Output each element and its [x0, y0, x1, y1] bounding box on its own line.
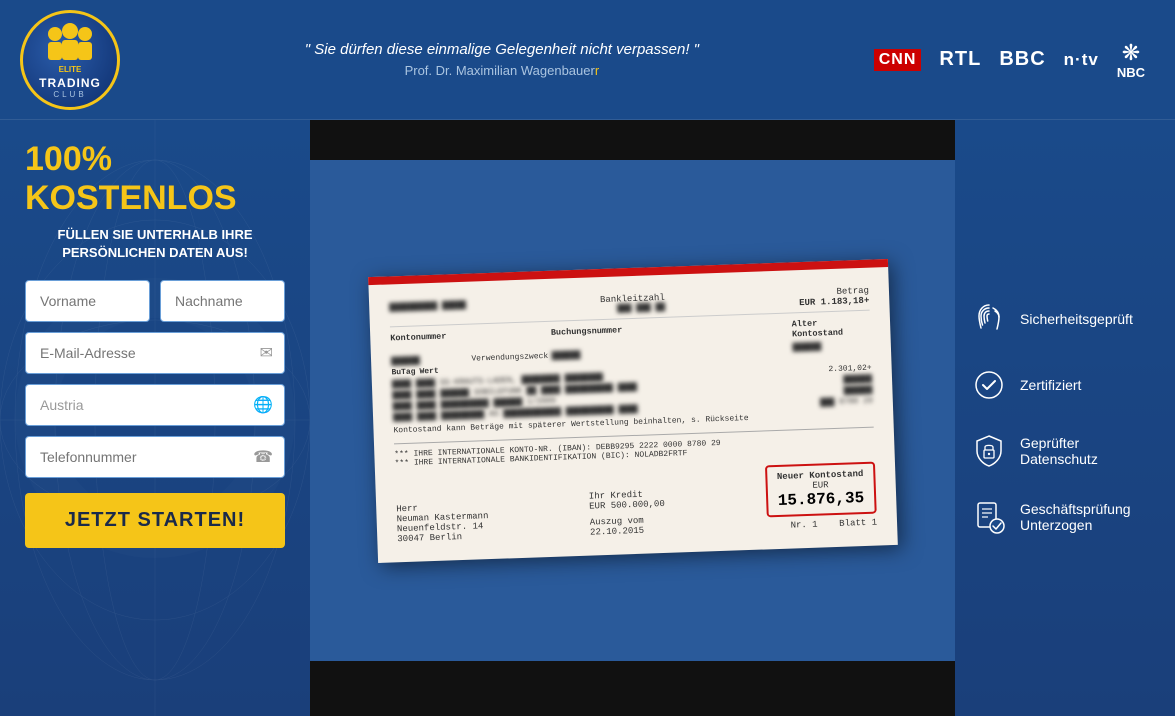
nbc-logo: ❋ NBC: [1117, 40, 1145, 79]
trust-item-business: Geschäftsprüfung Unterzogen: [970, 498, 1160, 536]
main-content: 100% KOSTENLOS FÜLLEN SIE UNTERHALB IHRE…: [0, 120, 1175, 716]
bank-footer-middle: Ihr Kredit EUR 500.000,00 Auszug vom 22.…: [588, 488, 665, 537]
submit-button[interactable]: JETZT STARTEN!: [25, 493, 285, 548]
betrag-value: EUR 1.183,18+: [798, 295, 869, 307]
country-group: 🌐: [25, 384, 285, 426]
bank-footer: Herr Neuman Kastermann Neuenfeldstr. 14 …: [395, 461, 877, 544]
bank-image-container: ██████████ █████ Bankleitzahl ███ ███ ██…: [310, 120, 955, 716]
nr-value: 1: [812, 519, 818, 529]
email-icon: ✉: [260, 343, 273, 363]
bank-footer-right: Neuer Kontostand EUR 15.876,35 Nr. 1 Bla…: [764, 461, 877, 531]
bank-statement: ██████████ █████ Bankleitzahl ███ ███ ██…: [368, 259, 898, 563]
free-label: 100% KOSTENLOS: [25, 140, 285, 218]
name-row: [25, 280, 285, 322]
author-highlight: r: [595, 63, 599, 78]
nbc-peacock-icon: ❋: [1122, 40, 1140, 66]
auszug-date: 22.10.2015: [589, 524, 665, 537]
wert-label: Wert: [419, 366, 439, 376]
lastname-input[interactable]: [160, 280, 285, 322]
bbc-logo: BBC: [999, 48, 1045, 71]
nr-label: Nr.: [790, 520, 807, 531]
tagline-author: Prof. Dr. Maximilian Wagenbauerr: [130, 63, 874, 78]
trust-item-security: Sicherheitsgeprüft: [970, 300, 1160, 338]
right-panel: Sicherheitsgeprüft Zertifiziert: [955, 120, 1175, 716]
lock-shield-icon: [970, 432, 1008, 470]
new-balance-amount: 15.876,35: [777, 488, 864, 509]
firstname-input[interactable]: [25, 280, 150, 322]
ntv-logo: n·tv: [1064, 50, 1099, 70]
rtl-logo: RTL: [939, 48, 981, 71]
new-balance-box: Neuer Kontostand EUR 15.876,35: [764, 461, 876, 517]
buchungsnummer-label: Buchungsnummer: [550, 325, 629, 348]
document-check-icon: [970, 498, 1008, 536]
left-panel: 100% KOSTENLOS FÜLLEN SIE UNTERHALB IHRE…: [0, 120, 310, 716]
alter-kontostand-label: Alter Kontostand: [791, 316, 870, 339]
trust-label-security: Sicherheitsgeprüft: [1020, 311, 1133, 327]
kredit-value: EUR 500.000,00: [589, 498, 665, 511]
trust-item-privacy: Geprüfter Datenschutz: [970, 432, 1160, 470]
bank-footer-left: Herr Neuman Kastermann Neuenfeldstr. 14 …: [396, 501, 489, 544]
center-panel: ██████████ █████ Bankleitzahl ███ ███ ██…: [310, 120, 955, 716]
trust-item-certified: Zertifiziert: [970, 366, 1160, 404]
kontonummer-label: Kontonummer: [390, 330, 469, 353]
verwendungszweck-label: Verwendungszweck: [471, 351, 550, 363]
check-shield-icon: [970, 366, 1008, 404]
blatt-value: 1: [871, 517, 877, 527]
phone-icon: ☎: [253, 447, 273, 467]
trust-label-privacy: Geprüfter Datenschutz: [1020, 435, 1160, 467]
cnn-logo: CNN: [874, 49, 922, 71]
blatt-label: Blatt: [839, 517, 866, 528]
tagline-area: " Sie dürfen diese einmalige Gelegenheit…: [130, 41, 874, 78]
country-input[interactable]: [25, 384, 285, 426]
logo-club-text: CLUB: [39, 90, 101, 99]
phone-group: ☎: [25, 436, 285, 478]
globe-icon: 🌐: [253, 395, 273, 415]
trust-label-business: Geschäftsprüfung Unterzogen: [1020, 501, 1160, 533]
svg-text:ELITE: ELITE: [59, 65, 82, 74]
bank-statement-area: ██████████ █████ Bankleitzahl ███ ███ ██…: [310, 160, 955, 661]
header: ELITE TRADING CLUB " Sie dürfen diese ei…: [0, 0, 1175, 120]
tagline-quote: " Sie dürfen diese einmalige Gelegenheit…: [130, 41, 874, 58]
fingerprint-icon: [970, 300, 1008, 338]
media-logos: CNN RTL BBC n·tv ❋ NBC: [874, 40, 1155, 79]
logo-area: ELITE TRADING CLUB: [20, 10, 130, 110]
logo-trading-text: TRADING: [39, 76, 101, 90]
blatt-section: Nr. 1 Blatt 1: [766, 517, 877, 531]
trust-label-certified: Zertifiziert: [1020, 377, 1081, 393]
email-group: ✉: [25, 332, 285, 374]
logo-circle: ELITE TRADING CLUB: [20, 10, 120, 110]
fill-label: FÜLLEN SIE UNTERHALB IHREPERSÖNLICHEN DA…: [25, 226, 285, 262]
email-input[interactable]: [25, 332, 285, 374]
black-bar-bottom: [310, 661, 955, 716]
black-bar-top: [310, 120, 955, 160]
butag-label: BuTag: [391, 367, 415, 377]
phone-input[interactable]: [25, 436, 285, 478]
logo-figures-icon: ELITE: [35, 20, 105, 80]
